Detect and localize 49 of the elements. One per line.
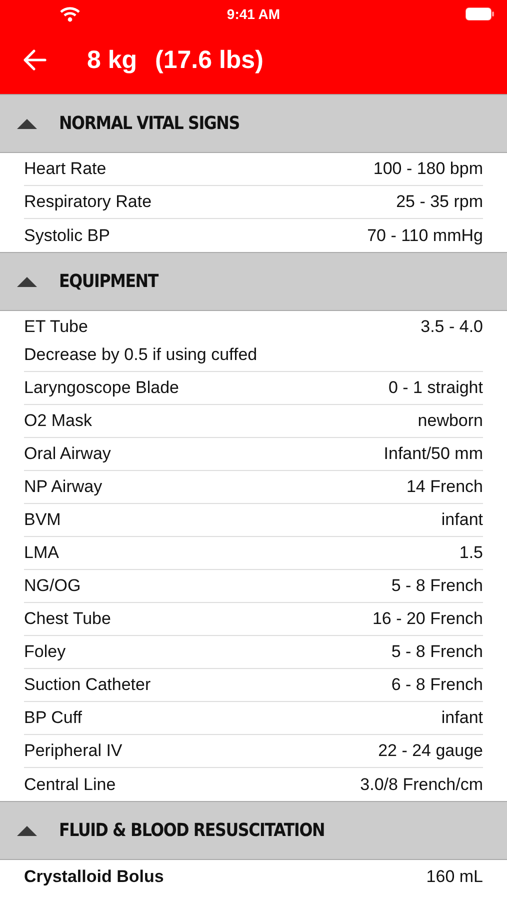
row-value: infant [441, 510, 483, 530]
row-value: 3.5 - 4.0 [420, 317, 483, 337]
section-header[interactable]: NORMAL VITAL SIGNS [0, 94, 507, 153]
row-label: Suction Catheter [24, 675, 151, 695]
section-header[interactable]: FLUID & BLOOD RESUSCITATION [0, 801, 507, 860]
row-value: 5 - 8 French [391, 576, 483, 596]
row-value: 100 - 180 bpm [373, 159, 483, 179]
section-title: EQUIPMENT [59, 271, 158, 292]
row-label: Oral Airway [24, 444, 111, 464]
row-label: Heart Rate [24, 159, 106, 179]
row-label: BP Cuff [24, 708, 82, 728]
row-label: Central Line [24, 774, 116, 794]
section-title: NORMAL VITAL SIGNS [59, 113, 240, 134]
row-label: Laryngoscope Blade [24, 378, 180, 398]
row-label: NP Airway [24, 477, 102, 497]
row-label: Peripheral IV [24, 741, 122, 761]
row-label: O2 Mask [24, 411, 92, 431]
section-header[interactable]: EQUIPMENT [0, 252, 507, 311]
row-value: 70 - 110 mmHg [367, 226, 483, 246]
back-arrow-icon[interactable] [23, 49, 47, 71]
row-value: 3.0/8 French/cm [360, 774, 483, 794]
row-value: 16 - 20 French [372, 609, 483, 629]
row-label: Chest Tube [24, 609, 111, 629]
battery-icon [465, 7, 495, 21]
row-value: 6 - 8 French [391, 675, 483, 695]
row-label: NG/OG [24, 576, 81, 596]
row-value: 0 - 1 straight [388, 378, 483, 398]
row-label: LMA [24, 543, 59, 563]
row-value: 25 - 35 rpm [396, 192, 483, 212]
row-value: 5 - 8 French [391, 642, 483, 662]
row-value: newborn [418, 411, 483, 431]
screen-title: 8 kg [87, 46, 138, 74]
status-time: 9:41 AM [226, 6, 280, 22]
row-note: Decrease by 0.5 if using cuffed [24, 345, 258, 365]
row-label: Systolic BP [24, 226, 110, 246]
row-label: Foley [24, 642, 66, 662]
row-label: Respiratory Rate [24, 192, 152, 212]
row-value: Infant/50 mm [384, 444, 483, 464]
section-title: FLUID & BLOOD RESUSCITATION [59, 820, 325, 841]
row-value: infant [441, 708, 483, 728]
row-value: 22 - 24 gauge [378, 741, 483, 761]
row-value: 1.5 [459, 543, 483, 563]
screen-subtitle: (17.6 lbs) [155, 46, 264, 74]
wifi-icon [60, 6, 80, 22]
row-value: 160 mL [426, 866, 483, 886]
row-value: 14 French [406, 477, 483, 497]
row-label: Crystalloid Bolus [24, 866, 164, 886]
row-label: BVM [24, 510, 61, 530]
row-label: ET Tube [24, 317, 88, 337]
